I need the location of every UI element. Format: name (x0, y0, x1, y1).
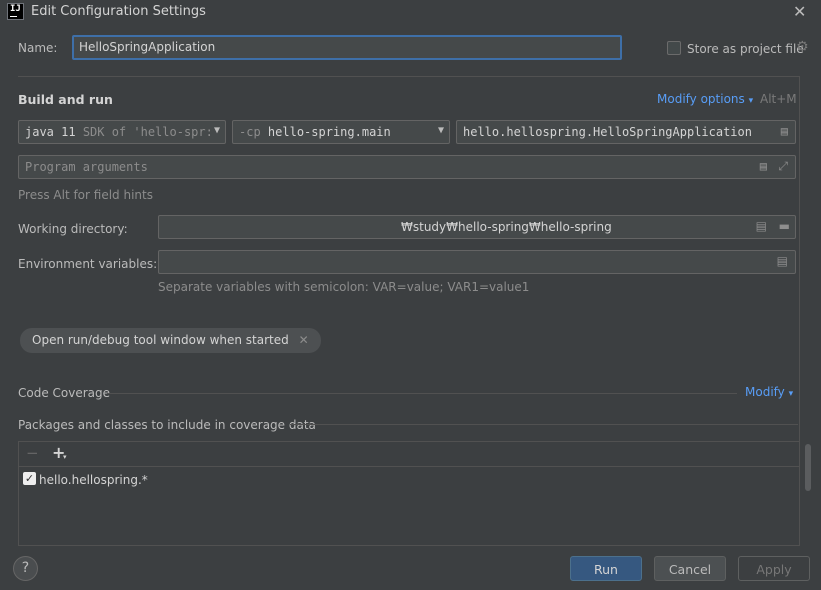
checkbox-checked-icon[interactable]: ✓ (23, 472, 36, 485)
list-item[interactable]: ✓ hello.hellospring.* (19, 468, 799, 490)
working-directory-field[interactable]: ₩study₩hello-spring₩hello-spring ▤ ▬ (158, 215, 796, 239)
field-hint: Press Alt for field hints (18, 188, 153, 202)
jdk-combo[interactable]: java 11 SDK of 'hello-spr: ▼ (18, 120, 226, 144)
store-as-project-file-label: Store as project file (687, 42, 804, 56)
working-directory-label: Working directory: (18, 222, 128, 236)
open-tool-window-tag[interactable]: Open run/debug tool window when started … (20, 328, 321, 353)
chevron-down-icon: ▾ (63, 453, 67, 461)
environment-variables-field[interactable]: ▤ (158, 250, 796, 274)
environment-variables-hint: Separate variables with semicolon: VAR=v… (158, 280, 530, 294)
browse-icon[interactable]: ▤ (777, 254, 788, 268)
open-tool-window-tag-label: Open run/debug tool window when started (32, 333, 289, 347)
modify-options-shortcut: Alt+M (760, 92, 797, 106)
store-as-project-file-checkbox[interactable] (667, 41, 681, 55)
window-title: Edit Configuration Settings (31, 4, 206, 19)
browse-icon[interactable]: ▤ (760, 159, 767, 173)
chevron-down-icon: ▼ (213, 125, 220, 136)
remove-icon[interactable]: − (26, 444, 39, 462)
working-directory-value: ₩study₩hello-spring₩hello-spring (401, 220, 612, 234)
coverage-modify-label: Modify (745, 385, 785, 399)
packages-panel: − + ▾ ✓ hello.hellospring.* (18, 441, 799, 546)
gear-icon[interactable]: ⚙ (796, 39, 809, 55)
program-arguments-field[interactable]: Program arguments ▤ ⤢ (18, 155, 796, 179)
separator (107, 393, 737, 394)
folder-icon[interactable]: ▬ (779, 219, 790, 233)
name-label: Name: (18, 41, 58, 55)
chevron-down-icon: ▾ (748, 96, 754, 106)
cancel-button[interactable]: Cancel (654, 556, 726, 581)
code-coverage-title: Code Coverage (18, 386, 111, 400)
module-combo[interactable]: -cp hello-spring.main ▼ (232, 120, 450, 144)
classpath-prefix: -cp (239, 125, 261, 139)
package-pattern: hello.hellospring.* (39, 473, 148, 487)
run-button[interactable]: Run (570, 556, 642, 581)
help-button[interactable]: ? (13, 556, 38, 581)
jdk-detail: SDK of 'hello-spr: (82, 125, 213, 139)
modify-options-link[interactable]: Modify options ▾ (657, 92, 753, 106)
browse-icon[interactable]: ▤ (781, 124, 788, 138)
chevron-down-icon: ▼ (437, 125, 444, 136)
packages-title: Packages and classes to include in cover… (18, 418, 316, 432)
expand-icon[interactable]: ⤢ (778, 159, 788, 174)
name-input[interactable]: HelloSpringApplication (72, 35, 622, 60)
modify-options-label: Modify options (657, 92, 745, 106)
coverage-modify-link[interactable]: Modify ▾ (745, 385, 793, 399)
apply-button[interactable]: Apply (738, 556, 810, 581)
environment-variables-label: Environment variables: (18, 257, 158, 271)
redacted-path-segment (165, 221, 401, 231)
jdk-version: java 11 (25, 125, 76, 139)
program-arguments-placeholder: Program arguments (25, 160, 148, 174)
chevron-down-icon: ▾ (788, 389, 794, 399)
packages-toolbar: − + ▾ (19, 442, 799, 467)
main-class-value: hello.hellospring.HelloSpringApplication (463, 125, 752, 139)
separator (18, 76, 800, 77)
module-name: hello-spring.main (267, 125, 391, 139)
browse-icon[interactable]: ▤ (756, 219, 767, 233)
close-icon[interactable]: ✕ (793, 2, 806, 21)
scroll-gutter (799, 76, 800, 546)
build-and-run-title: Build and run (18, 92, 113, 107)
main-class-field[interactable]: hello.hellospring.HelloSpringApplication… (456, 120, 796, 144)
separator (290, 424, 798, 425)
intellij-logo-icon: IJ (7, 3, 24, 20)
scrollbar-thumb[interactable] (805, 444, 811, 491)
remove-tag-icon[interactable]: ✕ (299, 333, 309, 347)
